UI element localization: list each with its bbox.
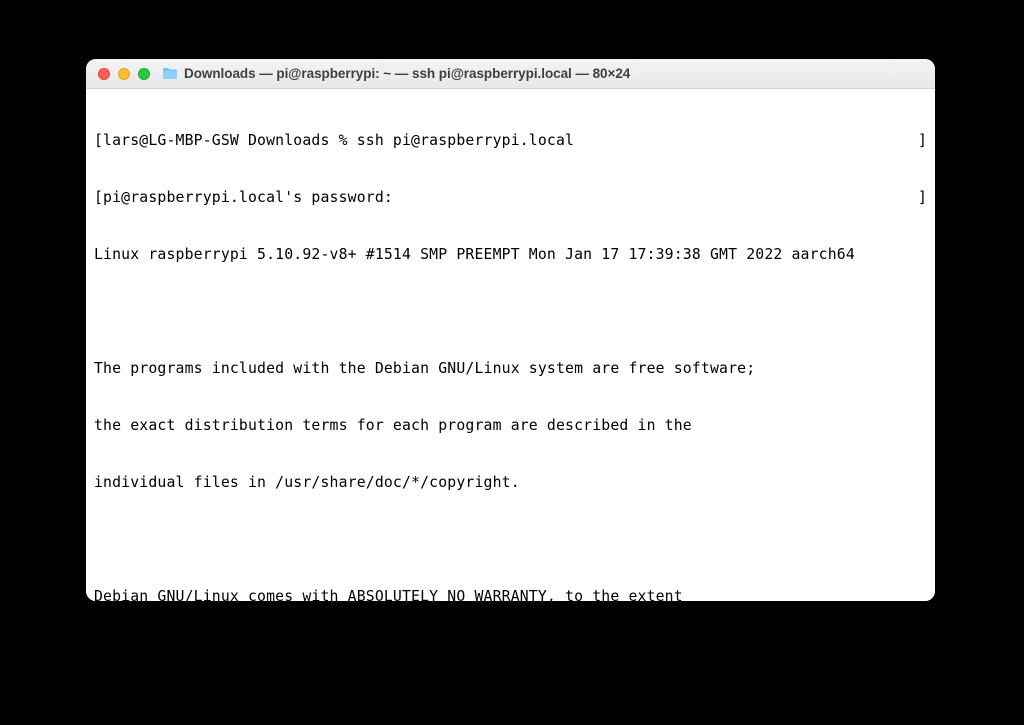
terminal-line — [94, 530, 927, 549]
terminal-window: Downloads — pi@raspberrypi: ~ — ssh pi@r… — [86, 59, 935, 601]
terminal-line: [pi@raspberrypi.local's password:] — [94, 188, 927, 207]
folder-icon — [162, 67, 178, 80]
terminal-line: The programs included with the Debian GN… — [94, 359, 927, 378]
window-controls — [98, 68, 150, 80]
terminal-line: Debian GNU/Linux comes with ABSOLUTELY N… — [94, 587, 927, 601]
terminal-line: Linux raspberrypi 5.10.92-v8+ #1514 SMP … — [94, 245, 927, 264]
terminal-content[interactable]: [lars@LG-MBP-GSW Downloads % ssh pi@rasp… — [86, 89, 935, 601]
terminal-line — [94, 302, 927, 321]
terminal-line: [lars@LG-MBP-GSW Downloads % ssh pi@rasp… — [94, 131, 927, 150]
titlebar[interactable]: Downloads — pi@raspberrypi: ~ — ssh pi@r… — [86, 59, 935, 89]
zoom-icon[interactable] — [138, 68, 150, 80]
close-icon[interactable] — [98, 68, 110, 80]
minimize-icon[interactable] — [118, 68, 130, 80]
terminal-line: the exact distribution terms for each pr… — [94, 416, 927, 435]
window-title: Downloads — pi@raspberrypi: ~ — ssh pi@r… — [184, 66, 630, 81]
terminal-line: individual files in /usr/share/doc/*/cop… — [94, 473, 927, 492]
